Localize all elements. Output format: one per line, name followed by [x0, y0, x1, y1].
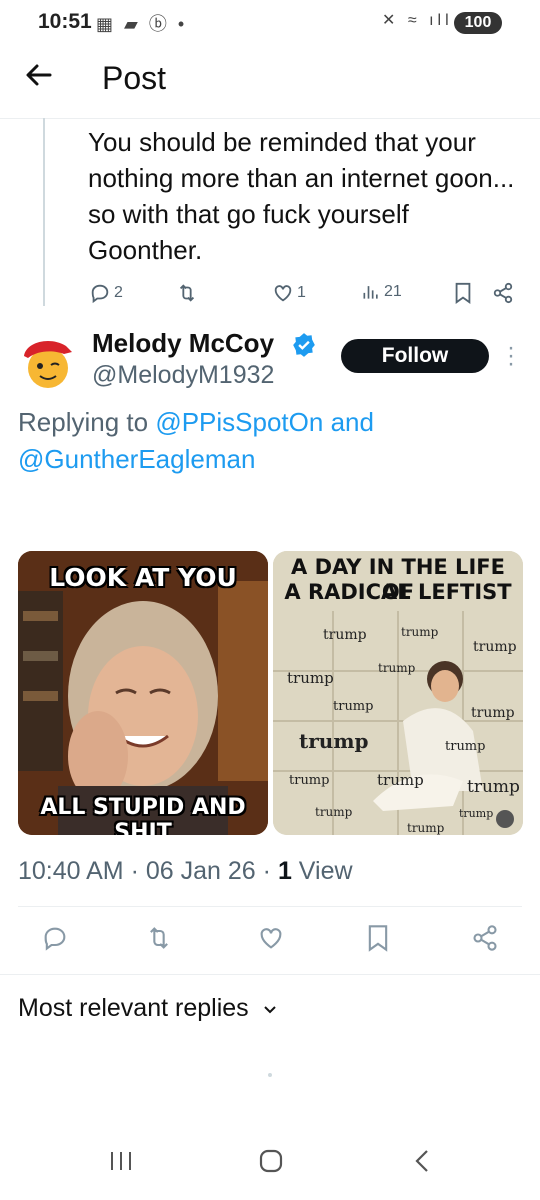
wall-word: trump	[315, 805, 353, 819]
parent-post-text: You should be reminded that your nothing…	[88, 127, 515, 265]
wall-word: trump	[445, 739, 486, 754]
share-icon	[493, 282, 513, 304]
post-views-label: View	[298, 857, 353, 885]
status-bar: 10:51 ▦ ▰ ⓑ • ✕ ≈ ıll 100	[0, 0, 540, 44]
mute-icon[interactable]	[496, 810, 514, 828]
like-button[interactable]: 1	[272, 282, 306, 304]
wall-word: trump	[378, 661, 416, 675]
follow-button[interactable]: Follow	[341, 339, 489, 373]
share-icon	[473, 925, 497, 951]
wall-word: trump	[299, 729, 369, 753]
reply-button[interactable]	[41, 924, 69, 952]
author-name[interactable]: Melody McCoy	[92, 328, 274, 359]
replying-to: Replying to @PPisSpotOn and @GuntherEagl…	[18, 404, 518, 478]
wall-word: trump	[377, 771, 424, 789]
author-handle[interactable]: @MelodyM1932	[92, 361, 274, 390]
like-count: 1	[297, 284, 306, 301]
views-count: 21	[384, 283, 402, 300]
reply-icon	[91, 284, 109, 304]
reply-sort-dropdown[interactable]: Most relevant replies	[18, 994, 278, 1023]
bookmark-button[interactable]	[453, 282, 473, 304]
post-date: 06 Jan 26	[145, 857, 256, 885]
replying-prefix: Replying to	[18, 407, 156, 437]
chevron-down-icon	[263, 1006, 276, 1014]
post-meta: 10:40 AM · 06 Jan 26 · 1 View	[18, 857, 353, 885]
bookmark-icon	[368, 925, 388, 952]
post-views-count: 1	[277, 857, 292, 885]
post-time: 10:40 AM	[18, 857, 124, 885]
home-icon[interactable]	[258, 1148, 284, 1181]
like-button[interactable]	[257, 924, 285, 952]
wall-word: trump	[333, 699, 374, 714]
meme-image-1[interactable]: LOOK AT YOU ALL STUPID AND SHIT	[18, 551, 268, 835]
heart-icon	[274, 285, 292, 302]
wall-word: trump	[459, 807, 494, 820]
status-time: 10:51	[38, 10, 92, 33]
thread-line	[43, 118, 45, 306]
wall-word: trump	[323, 627, 367, 643]
reply-count: 2	[114, 284, 123, 301]
more-options-icon[interactable]: · · ·	[506, 336, 516, 376]
battery-icon: 100	[454, 12, 502, 34]
repost-icon	[150, 927, 168, 949]
header-divider	[0, 118, 540, 119]
reply-sort-label: Most relevant replies	[18, 994, 249, 1022]
meme-top-text: LOOK AT YOU	[49, 563, 237, 592]
wall-word: trump	[473, 639, 517, 655]
avatar[interactable]	[18, 330, 78, 390]
mention-link[interactable]: @GuntherEagleman	[18, 444, 255, 474]
repost-button[interactable]	[145, 924, 173, 952]
meme-caption-line2: A RADICAL LEFTIST	[284, 580, 512, 604]
share-button[interactable]	[471, 924, 499, 952]
reply-icon	[44, 927, 66, 951]
divider	[0, 974, 540, 975]
bookmark-button[interactable]	[366, 924, 390, 952]
connectivity-icons: ✕ ≈ ıll	[382, 12, 453, 29]
divider	[18, 906, 522, 907]
notification-icons: ▦ ▰ ⓑ •	[96, 14, 188, 34]
back-arrow-icon[interactable]	[24, 60, 54, 98]
wall-word: trump	[289, 773, 330, 788]
mention-link[interactable]: @PPisSpotOn	[155, 407, 323, 437]
repost-icon	[179, 284, 195, 302]
views-icon	[363, 286, 378, 299]
back-nav-icon[interactable]	[412, 1148, 432, 1181]
wall-word: trump	[467, 777, 520, 797]
reply-button[interactable]: 2	[89, 282, 123, 304]
meme-image-2[interactable]: A DAY IN THE LIFE OF A RADICAL LEFTIST t…	[273, 551, 523, 835]
replying-and: and	[323, 407, 374, 437]
verified-badge-icon	[291, 332, 317, 363]
wall-word: trump	[401, 625, 439, 639]
meme-bottom-text: ALL STUPID AND SHIT	[40, 795, 246, 835]
wall-word: trump	[407, 821, 445, 835]
wall-word: trump	[471, 705, 515, 721]
loading-indicator	[268, 1073, 272, 1077]
repost-button[interactable]	[176, 282, 198, 304]
views-button[interactable]: 21	[361, 282, 402, 302]
recent-apps-icon[interactable]	[108, 1148, 134, 1180]
bookmark-icon	[455, 282, 471, 304]
heart-icon	[260, 928, 282, 949]
share-button[interactable]	[492, 282, 514, 304]
wall-word: trump	[287, 669, 334, 687]
page-title: Post	[102, 60, 167, 96]
